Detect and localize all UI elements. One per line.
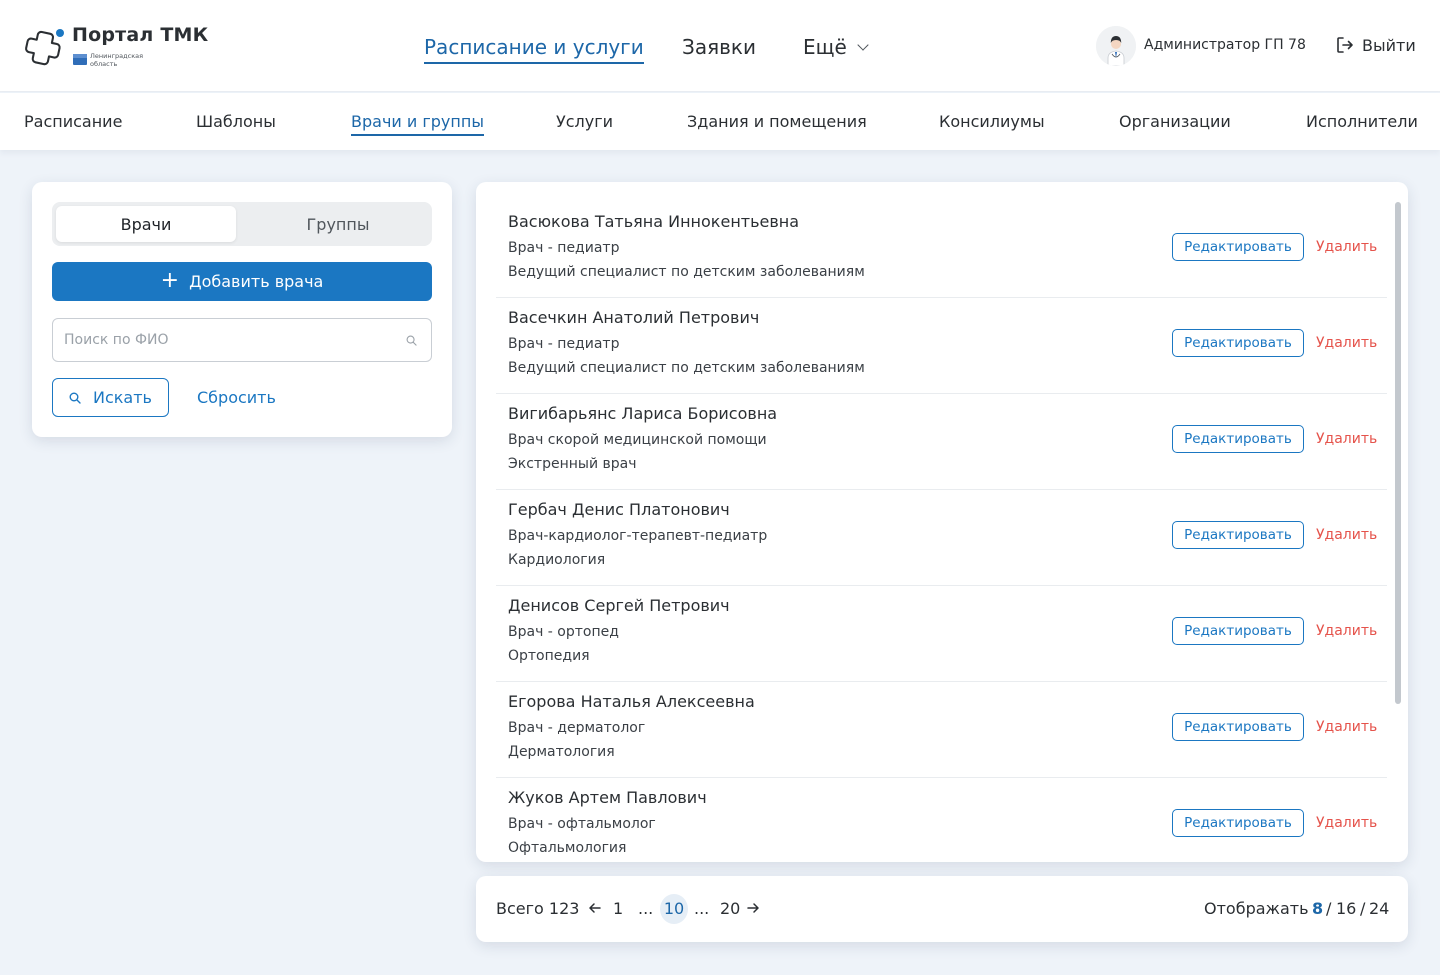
logout-icon — [1337, 37, 1353, 53]
delete-doctor-link[interactable]: Удалить — [1316, 429, 1377, 449]
doctor-position: Врач скорой медицинской помощи — [508, 432, 767, 448]
pagination-bar: Всего 123 1 ... 10 ... 20 Отображать 8 /… — [476, 876, 1408, 942]
search-input[interactable] — [64, 319, 394, 361]
page-link[interactable]: 1 — [613, 899, 623, 919]
tab-performers[interactable]: Исполнители — [1306, 112, 1418, 132]
doctor-position: Врач-кардиолог-терапевт-педиатр — [508, 528, 768, 544]
page-link-current[interactable]: 10 — [660, 894, 688, 924]
main-nav-more-label: Ещё — [803, 35, 847, 59]
doctor-row: Жуков Артем Павлович Врач - офтальмолог Оф… — [496, 778, 1387, 862]
tab-schedule[interactable]: Расписание — [24, 112, 122, 132]
page-size-separator: / — [1360, 899, 1366, 918]
list-scrollbar[interactable] — [1395, 202, 1401, 704]
delete-doctor-link[interactable]: Удалить — [1316, 333, 1377, 353]
add-doctor-button[interactable]: + Добавить врача — [52, 262, 432, 301]
page-ellipsis: ... — [638, 899, 654, 918]
delete-doctor-link[interactable]: Удалить — [1316, 813, 1377, 833]
doctor-name: Жуков Артем Павлович — [508, 788, 707, 807]
edit-doctor-button[interactable]: Редактировать — [1172, 329, 1304, 357]
search-field — [52, 318, 432, 362]
delete-doctor-link[interactable]: Удалить — [1316, 621, 1377, 641]
edit-doctor-button[interactable]: Редактировать — [1172, 425, 1304, 453]
tab-organizations[interactable]: Организации — [1119, 112, 1231, 132]
doctor-specialty: Ортопедия — [508, 648, 590, 664]
top-header: Портал ТМК Ленинградская область Расписа… — [0, 0, 1440, 92]
doctor-avatar — [1096, 26, 1136, 66]
logout-label: Выйти — [1362, 36, 1416, 55]
delete-doctor-link[interactable]: Удалить — [1316, 717, 1377, 737]
doctor-name: Васюкова Татьяна Иннокентьевна — [508, 212, 800, 231]
doctor-row: Гербач Денис Платонович Врач-кардиолог-те… — [496, 490, 1387, 586]
edit-doctor-button[interactable]: Редактировать — [1172, 233, 1304, 261]
doctor-name: Вигибарьянс Лариса Борисовна — [508, 404, 778, 423]
doctor-specialty: Дерматология — [508, 744, 615, 760]
doctor-name: Егорова Наталья Алексеевна — [508, 692, 755, 711]
main-nav-requests[interactable]: Заявки — [682, 33, 756, 61]
doctor-position: Врач - дерматолог — [508, 720, 646, 736]
arrow-left-icon[interactable] — [588, 900, 602, 916]
plus-icon: + — [160, 267, 180, 293]
edit-doctor-button[interactable]: Редактировать — [1172, 617, 1304, 645]
tab-services[interactable]: Услуги — [556, 112, 613, 132]
delete-doctor-link[interactable]: Удалить — [1316, 525, 1377, 545]
switch-groups[interactable]: Группы — [248, 206, 428, 242]
region-flag-icon — [73, 54, 87, 65]
page-size-option[interactable]: 24 — [1369, 899, 1389, 919]
filter-panel: Врачи Группы + Добавить врача Искать Сбр… — [32, 182, 452, 437]
brand-logo[interactable]: Портал ТМК Ленинградская область — [24, 24, 214, 70]
page-link[interactable]: 20 — [720, 899, 740, 919]
find-button[interactable]: Искать — [52, 378, 169, 417]
doctor-position: Врач - педиатр — [508, 336, 620, 352]
user-name: Администратор ГП 78 — [1144, 37, 1306, 53]
doctor-specialty: Кардиология — [508, 552, 606, 568]
edit-doctor-button[interactable]: Редактировать — [1172, 809, 1304, 837]
page-size-option-current[interactable]: 8 — [1312, 899, 1323, 919]
doctor-specialty: Ведущий специалист по детским заболевани… — [508, 264, 865, 280]
reset-link[interactable]: Сбросить — [197, 388, 276, 408]
doctor-row: Васюкова Татьяна Иннокентьевна Врач - пед… — [496, 202, 1387, 298]
section-tabs: Расписание Шаблоны Врачи и группы Услуги… — [0, 93, 1440, 150]
tab-buildings[interactable]: Здания и помещения — [687, 112, 867, 132]
doctor-specialty: Ведущий специалист по детским заболевани… — [508, 360, 865, 376]
edit-doctor-button[interactable]: Редактировать — [1172, 521, 1304, 549]
page-size-separator: / — [1326, 899, 1332, 918]
add-doctor-label: Добавить врача — [189, 272, 324, 291]
medical-cross-logo-icon — [25, 29, 64, 66]
page-ellipsis: ... — [694, 899, 710, 918]
doctor-position: Врач - офтальмолог — [508, 816, 656, 832]
doctor-row: Васечкин Анатолий Петрович Врач - педиатр… — [496, 298, 1387, 394]
doctor-position: Врач - ортопед — [508, 624, 619, 640]
doctor-list-panel: Васюкова Татьяна Иннокентьевна Врач - пед… — [476, 182, 1408, 862]
edit-doctor-button[interactable]: Редактировать — [1172, 713, 1304, 741]
doctor-row: Егорова Наталья Алексеевна Врач - дермато… — [496, 682, 1387, 778]
tab-consiliums[interactable]: Консилиумы — [939, 112, 1045, 132]
doctor-name: Гербач Денис Платонович — [508, 500, 730, 519]
brand-subtitle: Ленинградская область — [90, 52, 144, 68]
find-button-label: Искать — [93, 388, 152, 407]
main-nav-schedule[interactable]: Расписание и услуги — [424, 33, 644, 64]
doctor-row: Вигибарьянс Лариса Борисовна Врач скорой … — [496, 394, 1387, 490]
page-size-label: Отображать — [1204, 899, 1309, 918]
doctors-groups-switch: Врачи Группы — [52, 202, 432, 246]
doctor-name: Денисов Сергей Петрович — [508, 596, 730, 615]
brand-title: Портал ТМК — [72, 24, 209, 46]
switch-doctors[interactable]: Врачи — [56, 206, 236, 242]
main-nav-more[interactable]: Ещё — [803, 33, 869, 61]
doctor-specialty: Офтальмология — [508, 840, 627, 856]
doctor-name: Васечкин Анатолий Петрович — [508, 308, 760, 327]
page-size-option[interactable]: 16 — [1336, 899, 1356, 919]
doctor-row: Денисов Сергей Петрович Врач - ортопед Орт… — [496, 586, 1387, 682]
doctor-position: Врач - педиатр — [508, 240, 620, 256]
doctor-list: Васюкова Татьяна Иннокентьевна Врач - пед… — [496, 202, 1387, 862]
chevron-down-icon — [857, 39, 869, 51]
total-count: Всего 123 — [496, 899, 580, 918]
doctor-specialty: Экстренный врач — [508, 456, 637, 472]
search-icon — [406, 335, 417, 346]
tab-templates[interactable]: Шаблоны — [196, 112, 276, 132]
arrow-right-icon[interactable] — [746, 900, 760, 916]
delete-doctor-link[interactable]: Удалить — [1316, 237, 1377, 257]
search-icon — [69, 392, 81, 404]
tab-doctors-groups[interactable]: Врачи и группы — [351, 112, 484, 136]
